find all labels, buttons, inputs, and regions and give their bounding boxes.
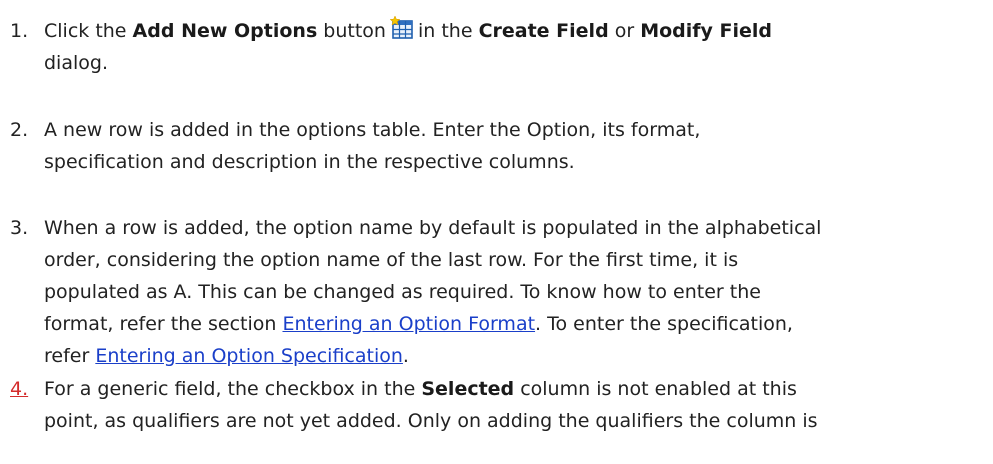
step-number: 3.: [10, 217, 29, 239]
text-run: column is not enabled at this: [514, 378, 797, 400]
step-text: A new row is added in the options table.…: [44, 114, 975, 178]
step-number: 4.: [10, 378, 29, 400]
step-line: refer Entering an Option Specification.: [44, 340, 975, 372]
step-line: point, as qualifiers are not yet added. …: [44, 410, 818, 432]
add-new-options-icon: [389, 16, 414, 40]
link-entering-option-format[interactable]: Entering an Option Format: [282, 313, 535, 335]
text-run: Click the: [44, 20, 133, 42]
step-line: order, considering the option name of th…: [44, 249, 739, 271]
bold-term: Selected: [421, 378, 515, 400]
step-number: 2.: [10, 119, 29, 141]
text-run: button: [317, 20, 386, 42]
help-document: 1. Click the Add New Options button in t…: [0, 0, 993, 464]
step-text: For a generic field, the checkbox in the…: [44, 373, 975, 437]
link-entering-option-specification[interactable]: Entering an Option Specification: [95, 345, 403, 367]
text-run: . To enter the specification,: [535, 313, 793, 335]
step-line: When a row is added, the option name by …: [44, 217, 822, 239]
text-run: For a generic field, the checkbox in the: [44, 378, 422, 400]
bold-term: Create Field: [478, 20, 609, 42]
text-run: in the: [417, 20, 479, 42]
step-line: A new row is added in the options table.…: [44, 119, 701, 141]
text-run: refer: [44, 345, 96, 367]
bold-term: Add New Options: [132, 20, 318, 42]
text-run: format, refer the section: [44, 313, 283, 335]
step-line: For a generic field, the checkbox in the…: [44, 373, 975, 405]
step-line: specification and description in the res…: [44, 151, 575, 173]
step-line: Click the Add New Options button in the …: [44, 15, 975, 47]
step-line: populated as A. This can be changed as r…: [44, 281, 761, 303]
text-run: or: [608, 20, 641, 42]
bold-term: Modify Field: [640, 20, 773, 42]
step-text: Click the Add New Options button in the …: [44, 15, 975, 79]
step-number: 1.: [10, 20, 29, 42]
text-run: .: [402, 345, 409, 367]
step-line: dialog.: [44, 52, 108, 74]
step-text: When a row is added, the option name by …: [44, 212, 975, 372]
step-line: format, refer the section Entering an Op…: [44, 308, 975, 340]
